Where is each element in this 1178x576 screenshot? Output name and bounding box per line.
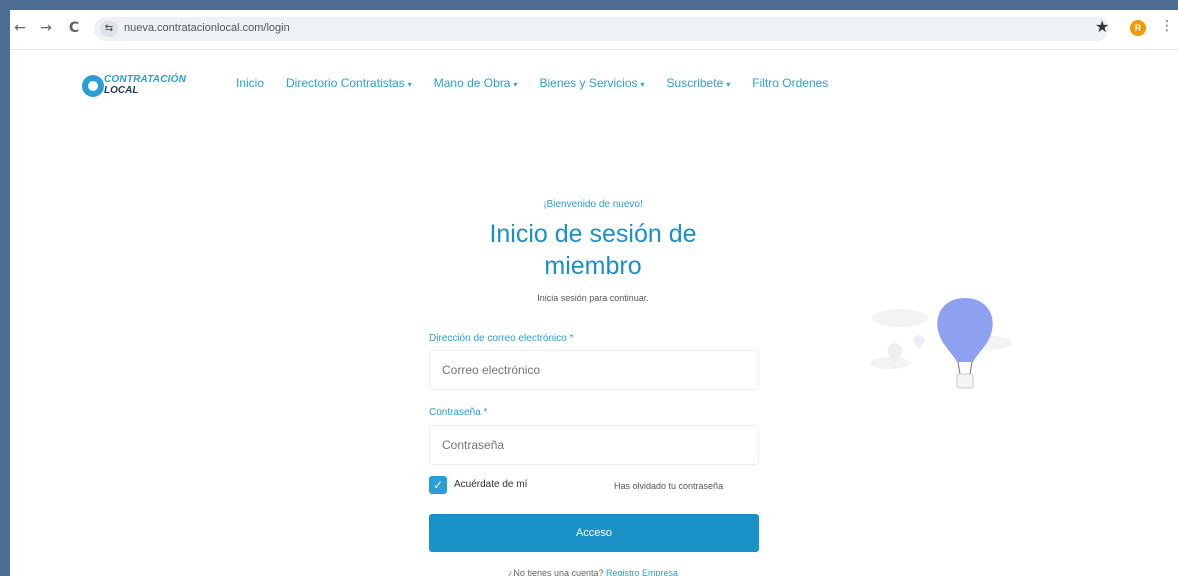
back-icon[interactable]: ← [10,18,30,38]
site-nav: Inicio Directorio Contratistas ▾ Mano de … [236,76,850,90]
page-subtitle: Inicia sesión para continuar. [537,293,649,303]
page-title: Inicio de sesión de miembro [489,220,697,280]
browser-toolbar: ← → C ⇆ nueva.contratacionlocal.com/logi… [10,10,1178,50]
reload-icon[interactable]: C [64,18,84,38]
cloud-shape [872,309,928,327]
balloon-envelope [937,298,993,362]
site-logo[interactable]: CONTRATACIÓN LOCAL [82,73,202,101]
chevron-down-icon: ▾ [513,80,518,89]
remember-checkbox[interactable]: ✓ [429,476,447,494]
browser-menu-icon[interactable]: ⋮ [1160,18,1174,34]
email-label: Dirección de correo electrónico * [429,333,574,344]
small-balloon-shape [913,335,925,349]
balloon-rope [957,361,961,375]
nav-item-directorio[interactable]: Directorio Contratistas ▾ [286,76,412,90]
cloud-shape [870,357,910,369]
url-text[interactable]: nueva.contratacionlocal.com/login [124,22,290,34]
balloon-basket [956,373,974,389]
logo-text-line2: LOCAL [104,85,139,96]
email-field[interactable] [429,350,759,390]
nav-item-inicio[interactable]: Inicio [236,76,264,90]
logo-text-line1: CONTRATACIÓN [104,74,187,85]
signup-prompt: ¿No tienes una cuenta? Registro Empresa [443,568,743,576]
browser-window: ← → C ⇆ nueva.contratacionlocal.com/logi… [10,10,1178,576]
nav-item-mano-de-obra-label: Mano de Obra [433,76,511,90]
forward-icon[interactable]: → [36,18,56,38]
nav-item-filtro[interactable]: Filtro Ordenes [752,76,828,90]
hot-air-balloon-illustration [870,298,1012,389]
nav-item-directorio-label: Directorio Contratistas [286,76,405,90]
welcome-text: ¡Bienvenido de nuevo! [543,199,643,210]
logo-mark-icon [82,75,104,97]
remember-label[interactable]: Acuérdate de mí [454,479,527,490]
nav-item-suscribete-label: Suscribete [666,76,724,90]
forgot-password-link[interactable]: Has olvidado tu contraseña [614,481,723,491]
balloon-rope [969,361,973,375]
register-link[interactable]: Registro Empresa [606,568,678,576]
address-bar[interactable]: ⇆ nueva.contratacionlocal.com/login [94,17,1109,41]
nav-item-bienes-label: Bienes y Servicios [539,76,638,90]
no-account-text: ¿No tienes una cuenta? [507,568,604,576]
password-field[interactable] [429,425,759,465]
login-button[interactable]: Acceso [429,514,759,552]
chevron-down-icon: ▾ [407,80,412,89]
bookmark-star-icon[interactable]: ★ [1095,17,1109,36]
nav-item-bienes[interactable]: Bienes y Servicios ▾ [539,76,644,90]
profile-avatar[interactable]: R [1130,20,1146,36]
chevron-down-icon: ▾ [726,80,731,89]
chevron-down-icon: ▾ [640,80,645,89]
nav-item-suscribete[interactable]: Suscribete ▾ [667,76,731,90]
site-info-icon[interactable]: ⇆ [100,21,118,37]
password-label: Contraseña * [429,407,488,418]
nav-item-mano-de-obra[interactable]: Mano de Obra ▾ [434,76,518,90]
